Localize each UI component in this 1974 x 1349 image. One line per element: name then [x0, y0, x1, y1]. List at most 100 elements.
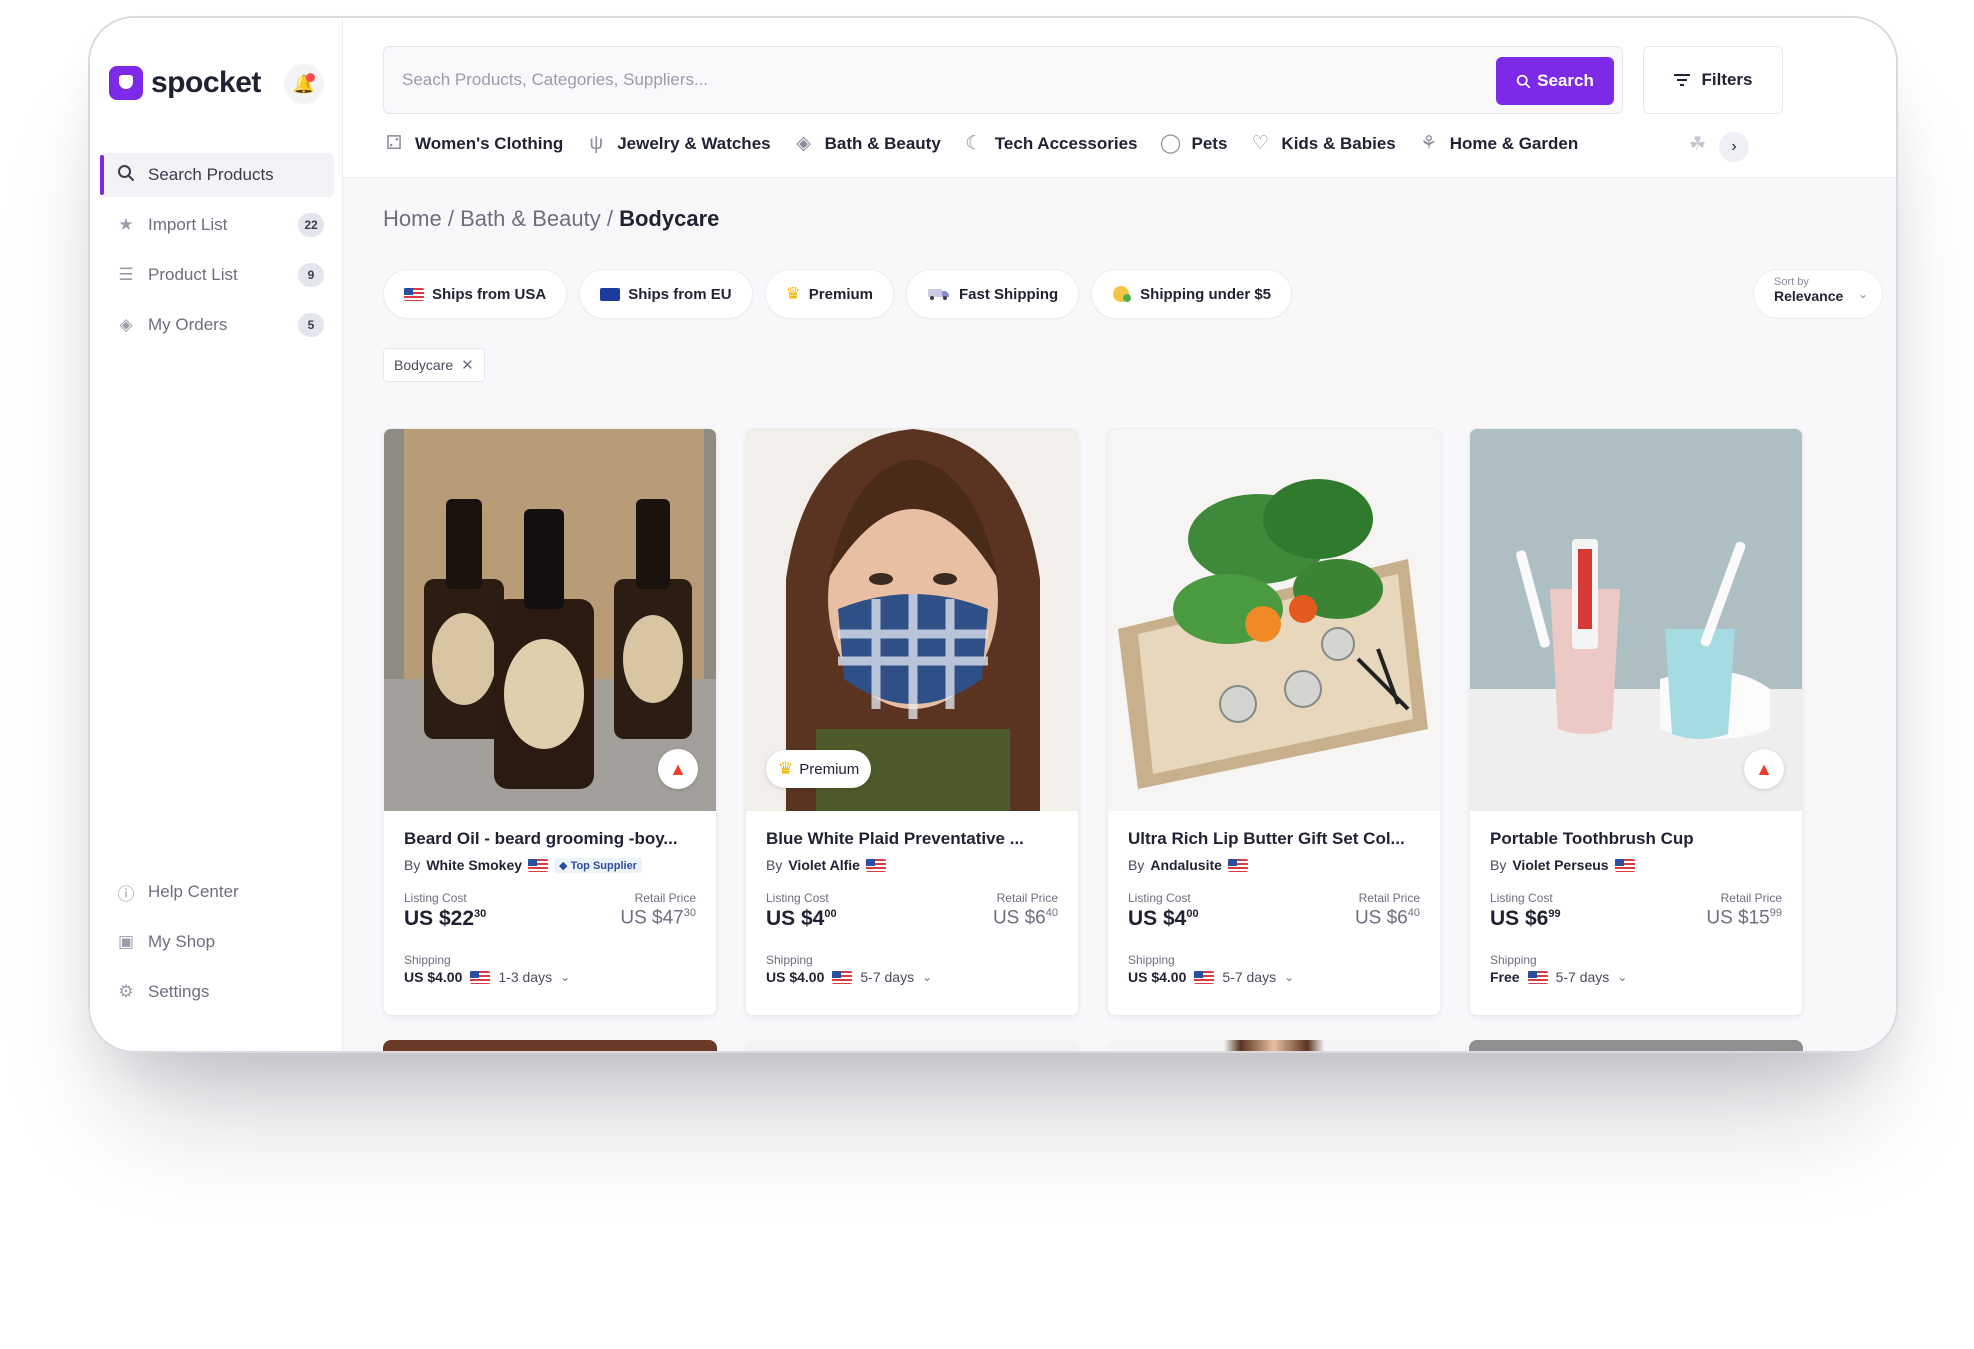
category-womens-clothing[interactable]: ⚁ Women's Clothing	[383, 132, 563, 155]
top-supplier-label: Top Supplier	[570, 859, 637, 872]
category-jewelry-watches[interactable]: ψ Jewelry & Watches	[585, 133, 770, 155]
category-label: Tech Accessories	[994, 133, 1138, 153]
product-image-partial[interactable]	[1469, 1040, 1803, 1051]
flag-us-icon	[832, 970, 853, 984]
notification-dot	[306, 73, 315, 82]
supplier-name[interactable]: Violet Perseus	[1512, 857, 1608, 873]
product-image[interactable]: ♛ Premium	[746, 429, 1078, 811]
filters-label: Filters	[1701, 70, 1753, 89]
product-card[interactable]: Ultra Rich Lip Butter Gift Set Col... By…	[1107, 428, 1441, 1016]
dress-icon: ⚁	[385, 133, 403, 154]
product-card[interactable]: ▲ Portable Toothbrush Cup By Violet Pers…	[1469, 428, 1803, 1016]
product-image-partial[interactable]	[383, 1040, 717, 1051]
chip-shipping-under-5[interactable]: Shipping under $5	[1091, 269, 1293, 319]
chip-premium[interactable]: ♛ Premium	[764, 269, 894, 319]
retail-price: Retail Price US $640	[993, 891, 1058, 931]
chip-ships-from-usa[interactable]: Ships from USA	[383, 269, 568, 319]
product-card[interactable]: ♛ Premium Blue White Plaid Preventative …	[745, 428, 1079, 1016]
chip-fast-shipping[interactable]: Fast Shipping	[906, 269, 1080, 319]
by-label: By	[766, 857, 783, 873]
product-image[interactable]: ▲	[1470, 429, 1802, 811]
sort-dropdown[interactable]: Sort by Relevance ⌄	[1753, 269, 1883, 319]
chevron-down-icon: ⌄	[1617, 970, 1628, 984]
filters-button[interactable]: Filters	[1643, 46, 1783, 114]
top-supplier-badge: ◆ Top Supplier	[554, 857, 642, 873]
chevron-down-icon: ⌄	[1284, 970, 1295, 984]
notifications-button[interactable]: 🔔	[284, 64, 324, 104]
by-label: By	[404, 857, 421, 873]
retail-price-value: US $1599	[1706, 907, 1782, 929]
sidebar-item-search-products[interactable]: Search Products	[100, 153, 334, 197]
category-home-garden[interactable]: ⚘ Home & Garden	[1418, 132, 1578, 155]
sidebar-item-help-center[interactable]: ⓘ Help Center	[100, 870, 334, 914]
logo-icon	[109, 66, 143, 100]
product-title[interactable]: Portable Toothbrush Cup	[1490, 829, 1782, 849]
product-info: Blue White Plaid Preventative ... By Vio…	[746, 811, 1078, 985]
product-image[interactable]	[1108, 429, 1440, 811]
chevron-down-icon: ⌄	[560, 970, 571, 984]
chevron-right-icon: ›	[1731, 138, 1737, 155]
shipping-dropdown[interactable]: US $4.00 1-3 days ⌄	[404, 969, 696, 985]
supplier-name[interactable]: White Smokey	[426, 857, 522, 873]
logo[interactable]: spocket	[109, 66, 261, 100]
breadcrumb: Home / Bath & Beauty / Bodycare	[383, 206, 719, 232]
listing-cost-label: Listing Cost	[1490, 891, 1553, 905]
category-kids-babies[interactable]: ♡ Kids & Babies	[1249, 132, 1396, 155]
app-window: spocket 🔔 Search Products ★ Import List …	[88, 16, 1898, 1053]
listing-cost: Listing Cost US $699	[1490, 891, 1561, 931]
product-card[interactable]: ▲ Beard Oil - beard grooming -boy... By …	[383, 428, 717, 1016]
sidebar-item-product-list[interactable]: ☰ Product List 9	[100, 253, 334, 297]
supplier-name[interactable]: Violet Alfie	[788, 857, 860, 873]
sidebar-item-my-orders[interactable]: ◈ My Orders 5	[100, 303, 334, 347]
search-icon	[116, 164, 136, 187]
product-info: Ultra Rich Lip Butter Gift Set Col... By…	[1108, 811, 1440, 985]
chip-ships-from-eu[interactable]: Ships from EU	[579, 269, 753, 319]
flag-us-icon	[470, 970, 491, 984]
category-tech-accessories[interactable]: ☾ Tech Accessories	[963, 132, 1138, 155]
sidebar-item-settings[interactable]: ⚙ Settings	[100, 970, 334, 1014]
flag-us-icon	[865, 858, 886, 872]
sidebar-item-import-list[interactable]: ★ Import List 22	[100, 203, 334, 247]
product-image[interactable]: ▲	[384, 429, 716, 811]
breadcrumb-parent[interactable]: Bath & Beauty	[460, 206, 601, 231]
chip-label: Ships from EU	[628, 285, 732, 303]
categories-next-button[interactable]: ›	[1719, 132, 1749, 162]
search-button[interactable]: Search	[1496, 57, 1614, 105]
product-title[interactable]: Beard Oil - beard grooming -boy...	[404, 829, 696, 849]
product-supplier: By Andalusite	[1128, 857, 1420, 873]
retail-price-value: US $4730	[620, 907, 696, 929]
breadcrumb-home[interactable]: Home	[383, 206, 442, 231]
product-grid-next-row	[383, 1040, 1803, 1051]
price-row: Listing Cost US $400 Retail Price US $64…	[766, 891, 1058, 931]
breadcrumb-separator: /	[447, 206, 454, 231]
shipping-price: US $4.00	[404, 969, 463, 985]
shipping-days: 1-3 days	[498, 969, 553, 985]
product-title[interactable]: Blue White Plaid Preventative ...	[766, 829, 1058, 849]
category-pets[interactable]: ◯ Pets	[1160, 132, 1228, 155]
shipping-label: Shipping	[1490, 953, 1537, 967]
category-label: Women's Clothing	[415, 133, 564, 153]
flag-us-icon	[1527, 970, 1548, 984]
shipping-dropdown[interactable]: US $4.00 5-7 days ⌄	[1128, 969, 1420, 985]
product-title[interactable]: Ultra Rich Lip Butter Gift Set Col...	[1128, 829, 1420, 849]
search-input[interactable]	[402, 47, 1402, 113]
product-image-partial[interactable]	[745, 1040, 1079, 1051]
retail-price-label: Retail Price	[1358, 891, 1420, 905]
category-bath-beauty[interactable]: ◈ Bath & Beauty	[793, 132, 941, 155]
shipping-label: Shipping	[766, 953, 813, 967]
shipping-price: US $4.00	[766, 969, 825, 985]
onesie-icon: ♡	[1251, 133, 1269, 154]
supplier-name[interactable]: Andalusite	[1150, 857, 1222, 873]
pet-bowl-icon: ◯	[1159, 133, 1182, 154]
shipping-label: Shipping	[404, 953, 451, 967]
sidebar: spocket 🔔 Search Products ★ Import List …	[90, 18, 343, 1051]
sidebar-item-label: Settings	[148, 982, 210, 1001]
product-image-partial[interactable]	[1107, 1040, 1441, 1051]
shipping-dropdown[interactable]: US $4.00 5-7 days ⌄	[766, 969, 1058, 985]
close-icon[interactable]: ✕	[461, 356, 474, 374]
by-label: By	[1490, 857, 1507, 873]
shipping-dropdown[interactable]: Free 5-7 days ⌄	[1490, 969, 1782, 985]
sidebar-item-label: My Orders	[148, 315, 228, 334]
main-content: Search Filters ⚁ Women's Clothing ψ Jewe…	[343, 18, 1896, 1051]
sidebar-item-my-shop[interactable]: ▣ My Shop	[100, 920, 334, 964]
